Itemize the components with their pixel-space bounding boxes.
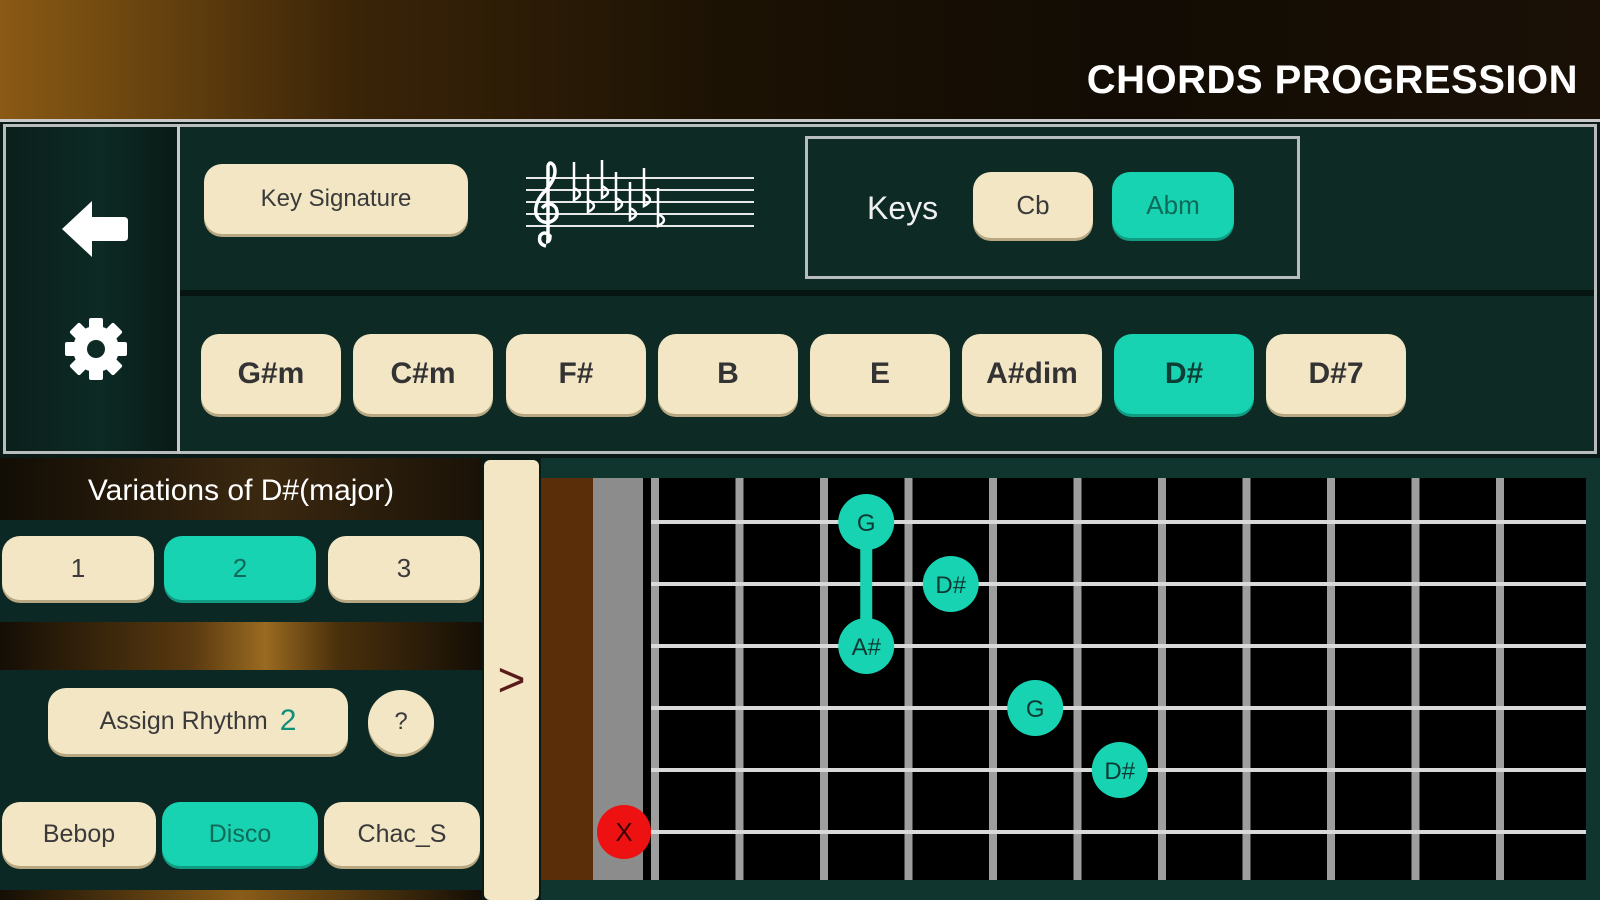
fret-wire: [1158, 478, 1166, 880]
fret-wire: [1073, 478, 1082, 880]
note-label: A#: [852, 634, 882, 661]
guitar-string: [651, 520, 1586, 524]
guitar-string: [651, 582, 1586, 586]
fretboard-headstock: [541, 478, 593, 880]
guitar-string: [651, 706, 1586, 710]
fret-wire: [989, 478, 997, 880]
fret-wire: [820, 478, 828, 880]
fret-note-marker[interactable]: A#: [838, 618, 895, 674]
fret-wire: [1327, 478, 1335, 880]
fret-note-marker[interactable]: D#: [922, 556, 979, 612]
fret-note-marker[interactable]: G: [838, 494, 895, 550]
fret-wire: [1496, 478, 1504, 880]
fret-wire: [735, 478, 744, 880]
note-label: D#: [935, 572, 966, 599]
fret-wire: [1242, 478, 1251, 880]
fretboard-drawing: G D# A# G D# X: [541, 478, 1586, 880]
note-label: G: [1026, 696, 1045, 723]
guitar-string: [651, 830, 1586, 834]
note-label: D#: [1104, 758, 1135, 785]
fret-note-marker[interactable]: G: [1007, 680, 1064, 736]
guitar-string: [651, 644, 1586, 648]
fret-wire: [651, 478, 659, 880]
note-label: G: [857, 510, 876, 537]
muted-string-marker[interactable]: X: [597, 805, 651, 859]
fret-wire: [1411, 478, 1420, 880]
muted-label: X: [615, 817, 632, 847]
fret-note-marker[interactable]: D#: [1091, 742, 1148, 798]
fret-wire: [904, 478, 913, 880]
